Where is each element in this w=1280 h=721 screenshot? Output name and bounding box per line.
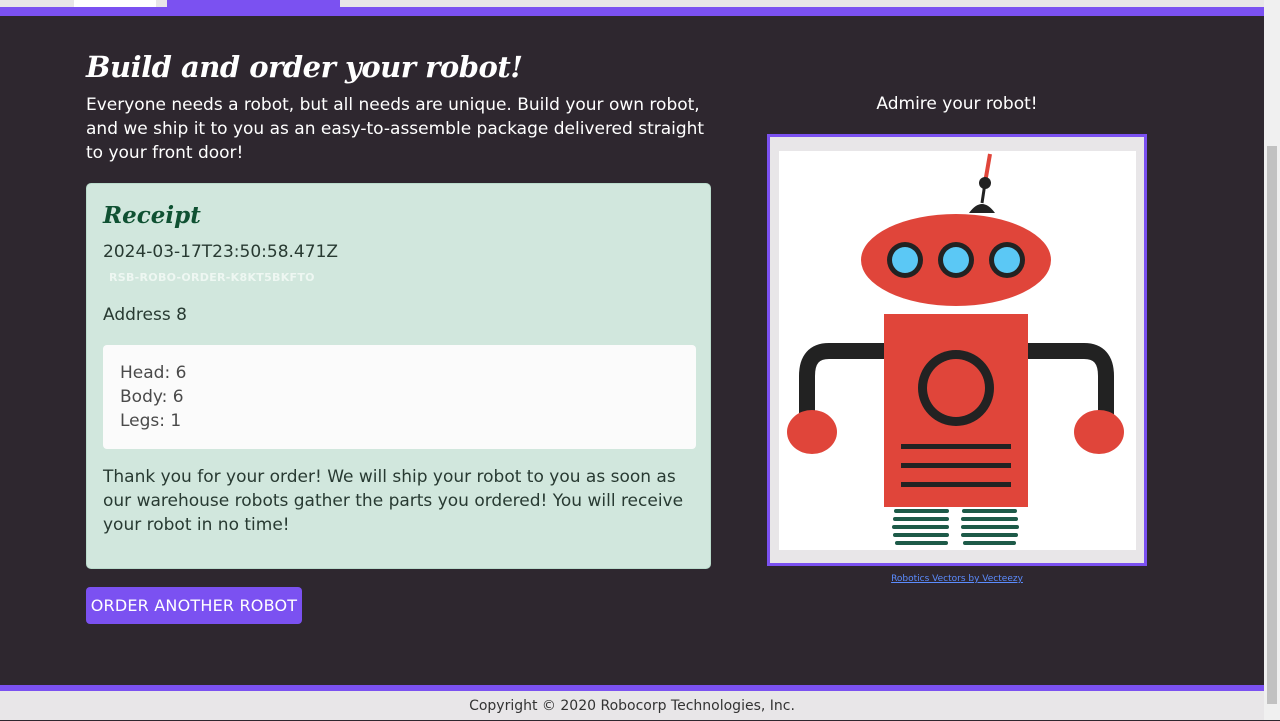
receipt-address: Address 8: [103, 305, 187, 325]
top-nav-bar: [0, 0, 1264, 7]
receipt-card: Receipt 2024-03-17T23:50:58.471Z RSB-ROB…: [86, 183, 711, 569]
robot-illustration: [787, 153, 1124, 545]
receipt-parts: Head: 6 Body: 6 Legs: 1: [103, 345, 696, 449]
nav-tab-order[interactable]: [167, 0, 340, 7]
nav-tab-home[interactable]: [74, 0, 156, 7]
part-head: Head: 6: [120, 363, 187, 383]
part-body: Body: 6: [120, 387, 184, 407]
robot-preview-frame: [767, 134, 1147, 566]
top-accent-stripe: [0, 7, 1264, 16]
page-scrollbar[interactable]: [1264, 0, 1280, 720]
receipt-order-id: RSB-ROBO-ORDER-K8KT5BKFTO: [109, 271, 315, 284]
page-title: Build and order your robot!: [86, 50, 523, 84]
robot-image: [779, 151, 1136, 550]
page-intro: Everyone needs a robot, but all needs ar…: [86, 95, 705, 163]
receipt-timestamp: 2024-03-17T23:50:58.471Z: [103, 242, 339, 262]
scrollbar-thumb[interactable]: [1267, 146, 1277, 704]
image-credit-link[interactable]: Robotics Vectors by Vecteezy: [767, 574, 1147, 584]
preview-caption: Admire your robot!: [876, 94, 1038, 114]
order-another-button[interactable]: ORDER ANOTHER ROBOT: [86, 587, 302, 624]
receipt-heading: Receipt: [103, 202, 201, 229]
footer: Copyright © 2020 Robocorp Technologies, …: [0, 691, 1264, 720]
receipt-thanks: Thank you for your order! We will ship y…: [103, 467, 684, 535]
footer-copyright: Copyright © 2020 Robocorp Technologies, …: [469, 698, 795, 714]
part-legs: Legs: 1: [120, 411, 182, 431]
